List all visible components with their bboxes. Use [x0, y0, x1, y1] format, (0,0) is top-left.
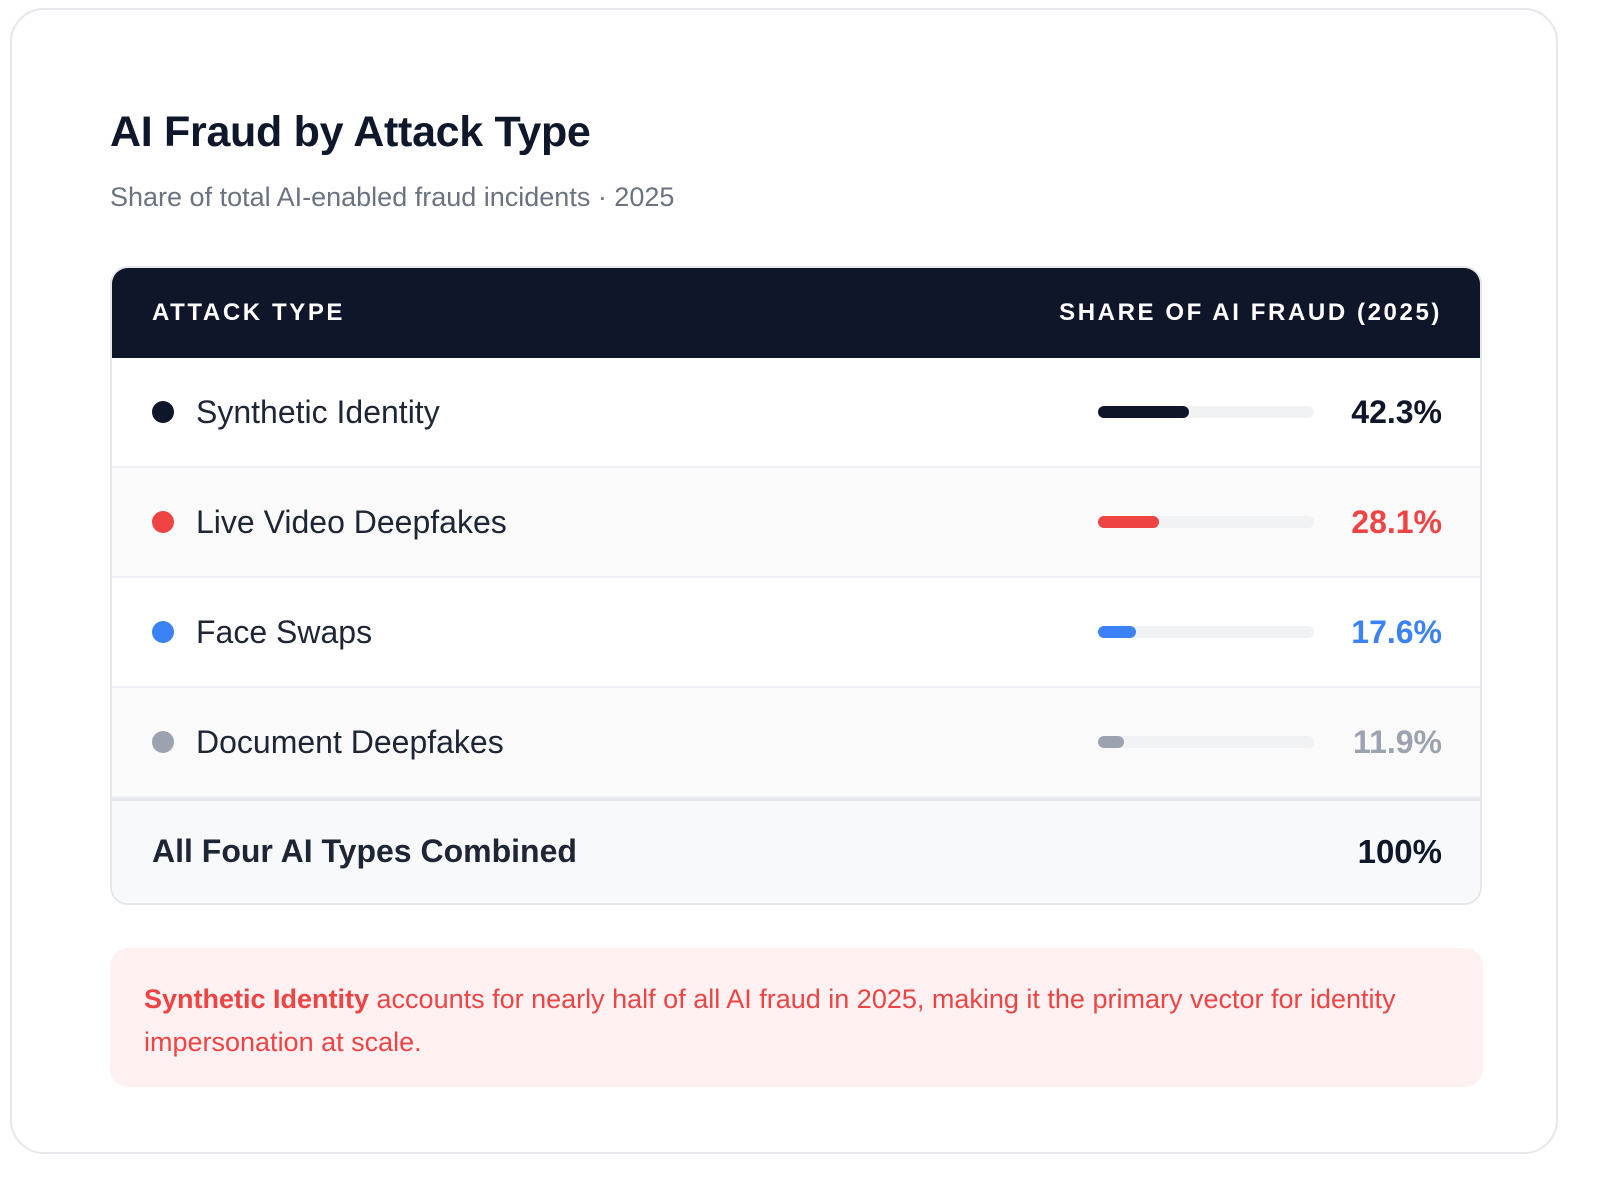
chart-title: AI Fraud by Attack Type	[110, 108, 591, 156]
bar-track	[1098, 406, 1314, 418]
series-dot	[152, 511, 174, 533]
bar-fill	[1098, 626, 1137, 638]
bar-fill	[1098, 406, 1190, 418]
table-header: ATTACK TYPE SHARE OF AI FRAUD (2025)	[112, 268, 1480, 358]
bar-fill	[1098, 736, 1124, 748]
insight-note: Synthetic Identity accounts for nearly h…	[110, 948, 1483, 1087]
total-label: All Four AI Types Combined	[152, 833, 577, 869]
row-label: Face Swaps	[196, 613, 373, 650]
row-value: 11.9%	[1353, 723, 1442, 760]
bar-track	[1098, 736, 1314, 748]
row-label: Document Deepfakes	[196, 723, 504, 760]
series-dot	[152, 621, 174, 643]
row-label: Live Video Deepfakes	[196, 503, 507, 540]
row-label: Synthetic Identity	[196, 393, 440, 430]
total-row: All Four AI Types Combined 100%	[112, 798, 1480, 902]
bar-fill	[1098, 516, 1159, 528]
total-value: 100%	[1357, 832, 1442, 870]
series-dot	[152, 731, 174, 753]
header-attack-type: ATTACK TYPE	[152, 299, 346, 326]
note-highlight: Synthetic Identity	[144, 984, 370, 1014]
bar-track	[1098, 516, 1314, 528]
fraud-table: ATTACK TYPE SHARE OF AI FRAUD (2025) Syn…	[110, 266, 1482, 905]
bar-track	[1098, 626, 1314, 638]
chart-subtitle: Share of total AI-enabled fraud incident…	[110, 182, 675, 212]
series-dot	[152, 401, 174, 423]
table-row: Synthetic Identity 42.3%	[112, 358, 1480, 468]
table-body: Synthetic Identity 42.3% Live Video Deepfa…	[112, 358, 1480, 798]
header-share: SHARE OF AI FRAUD (2025)	[1059, 299, 1442, 326]
row-value: 17.6%	[1351, 613, 1442, 650]
chart-card: AI Fraud by Attack Type Share of total A…	[10, 8, 1558, 1154]
table-row: Live Video Deepfakes 28.1%	[112, 468, 1480, 578]
row-value: 28.1%	[1351, 503, 1442, 540]
table-row: Face Swaps 17.6%	[112, 578, 1480, 688]
row-value: 42.3%	[1351, 393, 1442, 430]
table-row: Document Deepfakes 11.9%	[112, 688, 1480, 798]
